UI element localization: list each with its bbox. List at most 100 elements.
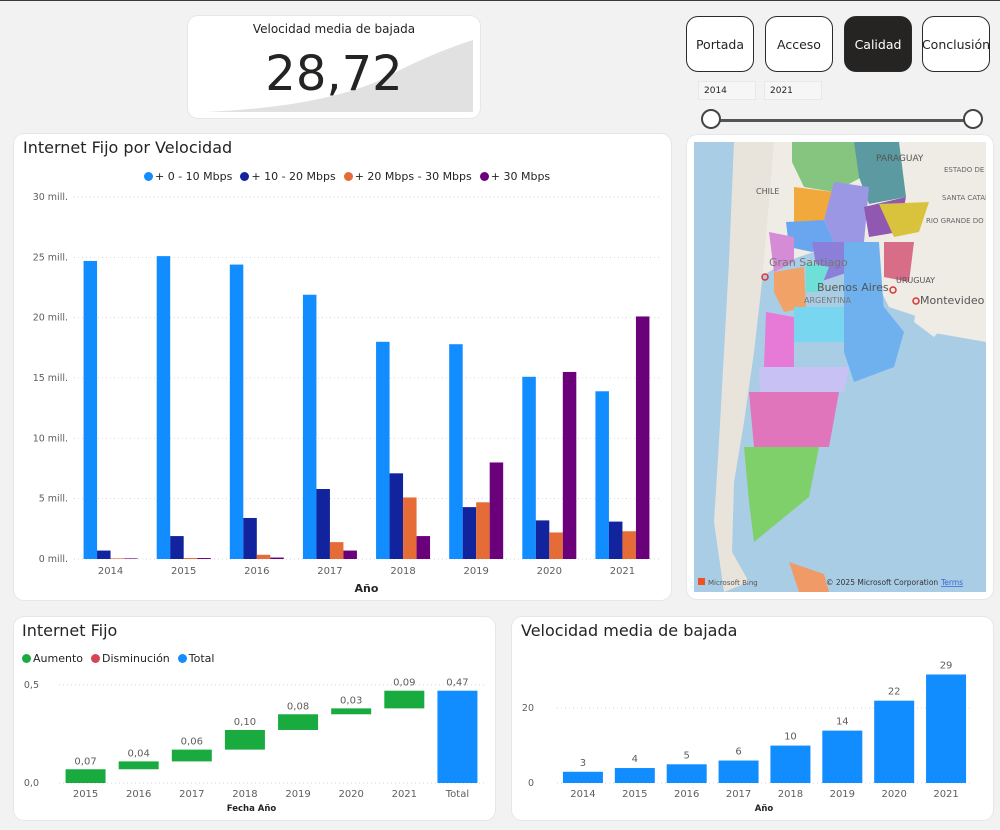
map-label-rio-grande: RIO GRANDE DO SUL xyxy=(926,217,986,225)
data-label: 0,03 xyxy=(340,695,362,706)
x-tick-label: 2014 xyxy=(98,566,123,577)
data-label: 0,08 xyxy=(287,701,309,712)
top-border xyxy=(0,0,1000,1)
bar-2020-1 xyxy=(535,520,550,559)
bar-2020-2 xyxy=(549,532,563,559)
chart2-plot: 0,0 0,5 0,07 2015 0,04 2016 0,06 2017 0,10 2018 0,… xyxy=(24,678,484,814)
x-tick-label: 2020 xyxy=(537,566,562,577)
x-tick-label: 2021 xyxy=(933,789,958,800)
slicer-end-input[interactable]: 2021 xyxy=(764,81,822,100)
waterfall-bar-Total xyxy=(437,690,478,783)
data-label: 4 xyxy=(632,754,638,765)
bar-2016 xyxy=(666,764,707,783)
bar-2018-0 xyxy=(376,341,390,559)
bar-2015-1 xyxy=(170,536,184,559)
x-axis-title: Fecha Año xyxy=(227,804,277,814)
map-terms-link[interactable]: Terms xyxy=(940,578,963,587)
bar-2021-0 xyxy=(595,391,609,559)
bar-2018-2 xyxy=(403,497,417,559)
bar-2021-3 xyxy=(635,316,650,559)
chart1-plot: 0 mill. 5 mill. 10 mill. 15 mill. 20 mill. 25… xyxy=(33,192,659,595)
map-label-gran-santiago: Gran Santiago xyxy=(769,256,848,269)
x-tick-label: 2019 xyxy=(285,789,310,800)
map-label-chile: CHILE xyxy=(756,187,779,196)
chart-internet-fijo-por-velocidad: Internet Fijo por Velocidad + 0 - 10 Mbp… xyxy=(14,134,671,600)
x-tick-label: 2016 xyxy=(126,789,151,800)
bar-2021-2 xyxy=(622,531,636,559)
x-tick-label: 2018 xyxy=(232,789,257,800)
map-label-paraguay: PARAGUAY xyxy=(876,154,924,164)
x-tick-label: 2015 xyxy=(171,566,196,577)
map-label-buenos-aires: Buenos Aires xyxy=(817,281,889,294)
bar-2014 xyxy=(562,771,603,783)
waterfall-bar-2020 xyxy=(331,708,372,715)
x-tick-label: 2020 xyxy=(881,789,906,800)
x-tick-label: 2019 xyxy=(463,566,488,577)
x-axis-title: Año xyxy=(355,582,379,595)
data-label: 6 xyxy=(735,747,741,758)
y-tick-label: 20 mill. xyxy=(33,313,68,324)
y-tick-label: 0,5 xyxy=(24,680,39,691)
map-label-uruguay: URUGUAY xyxy=(896,276,935,285)
nav-button-acceso[interactable]: Acceso xyxy=(765,16,833,72)
bar-2020-0 xyxy=(522,376,536,559)
y-tick-label: 10 mill. xyxy=(33,433,68,444)
waterfall-bar-2016 xyxy=(118,761,159,770)
data-label: 0,47 xyxy=(446,678,468,689)
waterfall-bar-2019 xyxy=(278,714,319,730)
x-tick-label: 2015 xyxy=(73,789,98,800)
bar-2018-3 xyxy=(416,536,431,559)
data-label: 14 xyxy=(836,717,849,728)
waterfall-bar-2018 xyxy=(224,729,265,750)
y-tick-label: 30 mill. xyxy=(33,192,68,203)
chart3-plot: 0 20 3 2014 4 2015 5 2016 6 2017 10 2018 14 2019 22 202… xyxy=(522,660,972,814)
slicer-start-input[interactable]: 2014 xyxy=(698,81,756,100)
data-label: 0,09 xyxy=(393,678,415,689)
data-label: 3 xyxy=(580,758,586,769)
y-tick-label: 15 mill. xyxy=(33,373,68,384)
bar-2016-0 xyxy=(229,264,244,559)
x-tick-label: 2021 xyxy=(392,789,417,800)
bar-2020 xyxy=(874,700,915,783)
slicer-start-handle[interactable] xyxy=(701,109,721,129)
x-tick-label: 2021 xyxy=(610,566,635,577)
x-tick-label: Total xyxy=(445,789,469,800)
y-tick-label: 0 xyxy=(528,778,534,789)
kpi-value: 28,72 xyxy=(265,46,403,102)
bar-2019-0 xyxy=(449,344,463,559)
bar-2017-3 xyxy=(343,550,357,559)
x-tick-label: 2017 xyxy=(317,566,342,577)
slicer-track xyxy=(712,119,974,122)
nav-button-calidad[interactable]: Calidad xyxy=(844,16,912,72)
x-tick-label: 2020 xyxy=(338,789,363,800)
kpi-card: Velocidad media de bajada 28,72 xyxy=(188,16,480,118)
argentina-map[interactable]: PARAGUAY CHILE Gran Santiago Buenos Aire… xyxy=(694,142,986,592)
bar-2019-1 xyxy=(462,507,477,559)
bar-2014-2 xyxy=(110,558,125,559)
nav-button-portada[interactable]: Portada xyxy=(686,16,754,72)
x-tick-label: 2015 xyxy=(622,789,647,800)
slicer-end-handle[interactable] xyxy=(963,109,983,129)
y-tick-label: 0,0 xyxy=(24,778,39,789)
bar-2018 xyxy=(770,745,811,783)
x-tick-label: 2018 xyxy=(390,566,415,577)
x-tick-label: 2016 xyxy=(244,566,269,577)
data-label: 0,04 xyxy=(128,748,150,759)
data-label: 0,07 xyxy=(74,756,96,767)
bar-2019 xyxy=(822,730,863,783)
bar-2014-0 xyxy=(83,260,98,559)
bar-2017 xyxy=(718,760,759,783)
map-bing-label: Microsoft Bing xyxy=(708,579,758,587)
data-label: 0,10 xyxy=(234,717,256,728)
nav-button-conclusion[interactable]: Conclusión xyxy=(922,16,990,72)
bar-2021 xyxy=(926,674,967,783)
x-tick-label: 2017 xyxy=(179,789,204,800)
waterfall-bar-2015 xyxy=(65,769,106,783)
map-label-santa-catarina: SANTA CATARINA xyxy=(942,194,986,202)
x-tick-label: 2017 xyxy=(726,789,751,800)
x-tick-label: 2016 xyxy=(674,789,699,800)
bar-2016-3 xyxy=(270,557,284,559)
bar-2019-2 xyxy=(476,502,490,559)
x-axis-title: Año xyxy=(755,804,774,814)
bar-2019-3 xyxy=(489,462,504,559)
